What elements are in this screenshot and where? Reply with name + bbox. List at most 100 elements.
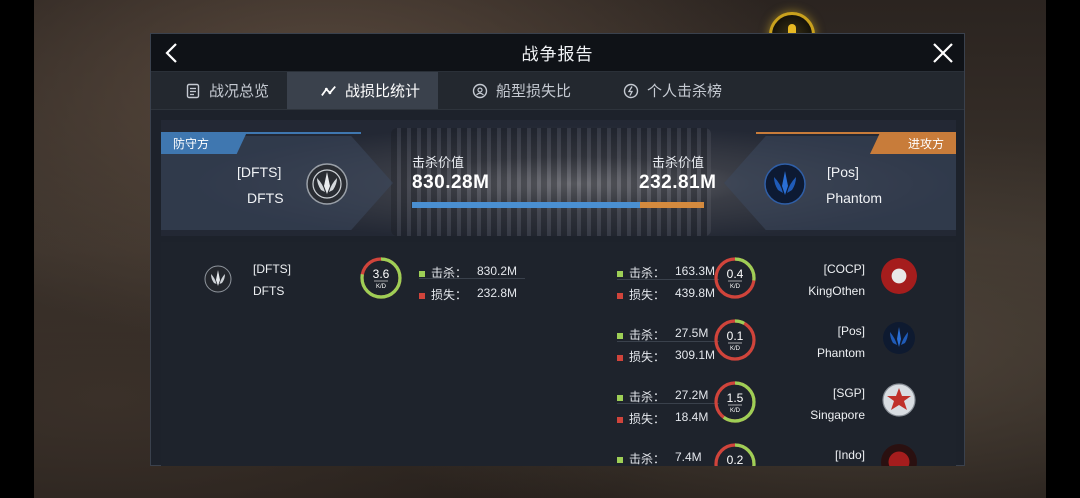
kills-label: 击杀： [629, 266, 666, 280]
kills-value: 7.4M [675, 450, 702, 464]
kd-value: 0.1 [727, 329, 744, 343]
divider [419, 278, 525, 279]
defender-kill-value-label: 击杀价值 [412, 155, 465, 170]
losses-value: 232.8M [477, 286, 518, 300]
tab-label: 个人击杀榜 [647, 83, 723, 100]
kills-label: 击杀： [629, 452, 666, 466]
attacker-corp-row[interactable]: 击杀： 27.2M 损失： 18.4M 1.5 K/D [SGP] Singapor… [581, 380, 956, 442]
kd-gauge: 3.6 K/D [360, 257, 402, 299]
screen-edge-right [1046, 0, 1080, 498]
defender-ratio-segment [412, 202, 641, 208]
kd-gauge: 0.4 K/D [714, 257, 756, 299]
corp-stats-list[interactable]: [DFTS] DFTS 3.6 K/D 击杀： 830.2M 损失： 232.8M … [161, 242, 956, 466]
kills-dot [617, 394, 623, 401]
defender-corp-tag: [DFTS] [237, 164, 282, 180]
battle-summary-banner: 防守方 进攻方 [DFTS] DFTS 击杀价值 830.28M 击杀价值 23… [161, 120, 956, 236]
ship-type-icon [472, 83, 488, 99]
attacker-corp-name: Phantom [826, 190, 883, 206]
defender-row-emblem-icon [204, 265, 232, 293]
phantom-emblem-icon [883, 322, 915, 354]
kill-value-ratio-bar [412, 202, 704, 208]
back-button[interactable] [159, 40, 185, 66]
losses-label: 损失： [629, 412, 666, 426]
kd-value: 0.2 [727, 453, 744, 466]
losses-dot [617, 292, 623, 299]
attacker-kill-value-label: 击杀价值 [652, 155, 705, 170]
attacker-corp-row[interactable]: 击杀： 7.4M 0.2 [Indo] [581, 442, 956, 466]
kills-dot [419, 270, 425, 277]
document-icon [185, 83, 201, 99]
kd-value: 1.5 [727, 391, 744, 405]
close-button[interactable] [930, 40, 956, 66]
kd-unit: K/D [730, 346, 741, 352]
attacker-corp-row[interactable]: 击杀： 163.3M 损失： 439.8M 0.4 K/D [COCP] KingO… [581, 256, 956, 318]
divider [617, 279, 719, 280]
kills-value: 163.3M [675, 264, 716, 278]
corp-name: DFTS [253, 284, 285, 298]
kills-label: 击杀： [629, 328, 666, 342]
losses-stat: 损失： 309.1M [617, 348, 715, 365]
corp-tag: [COCP] [823, 262, 865, 276]
page-title: 战争报告 [521, 45, 594, 64]
lightning-icon [623, 83, 639, 99]
kd-value: 0.4 [727, 267, 744, 281]
corp-tag: [SGP] [832, 386, 865, 400]
losses-label: 损失： [629, 350, 666, 364]
corp-name: Singapore [810, 408, 865, 422]
losses-value: 439.8M [675, 286, 716, 300]
kd-value: 3.6 [373, 267, 390, 281]
attacker-ratio-segment [640, 202, 704, 208]
losses-value: 309.1M [675, 348, 716, 362]
kills-dot [617, 456, 623, 463]
losses-dot [617, 416, 623, 423]
tab-personal-kill-ranking[interactable]: 个人击杀榜 [589, 72, 740, 109]
divider [617, 403, 719, 404]
kd-unit: K/D [730, 284, 741, 290]
kills-dot [617, 332, 623, 339]
tab-label: 战况总览 [209, 83, 270, 100]
kills-dot [617, 270, 623, 277]
chevron-left-icon [165, 43, 177, 63]
close-icon [933, 43, 953, 63]
attacker-label: 进攻方 [870, 132, 956, 154]
defender-emblem-icon [305, 162, 349, 206]
corp-name: KingOthen [808, 284, 865, 298]
kd-unit: K/D [376, 284, 387, 290]
kd-gauge: 0.1 K/D [714, 319, 756, 361]
tab-bar: 战况总览 战损比统计 船型损失比 个人击杀榜 [151, 72, 964, 110]
divider [617, 341, 719, 342]
losses-stat: 损失： 232.8M [419, 286, 517, 303]
tab-loss-ratio-stats[interactable]: 战损比统计 [287, 72, 439, 109]
title-bar: 战争报告 [151, 34, 964, 72]
war-report-panel: 战争报告 战况总览 战损比统计 船型损失比 个人击杀榜 防守方 进攻方 [DFT… [150, 33, 965, 466]
attacker-corp-row[interactable]: 击杀： 27.5M 损失： 309.1M 0.1 K/D [Pos] Phantom [581, 318, 956, 380]
star-emblem-icon [882, 383, 916, 417]
screen-edge-left [0, 0, 34, 498]
skull-emblem-icon [881, 258, 917, 294]
losses-value: 18.4M [675, 410, 709, 424]
losses-dot [419, 292, 425, 299]
kills-value: 27.2M [675, 388, 709, 402]
defender-corp-row[interactable]: [DFTS] DFTS 3.6 K/D 击杀： 830.2M 损失： 232.8M [161, 242, 551, 302]
kills-stat: 击杀： 7.4M [617, 450, 702, 466]
losses-stat: 损失： 18.4M [617, 410, 708, 427]
losses-label: 损失： [431, 288, 468, 302]
losses-label: 损失： [629, 288, 666, 302]
corp-tag: [Pos] [837, 324, 865, 338]
kills-value: 830.2M [477, 264, 518, 278]
corp-tag: [DFTS] [253, 262, 291, 276]
trend-icon [321, 83, 337, 99]
tab-overview[interactable]: 战况总览 [151, 72, 287, 109]
kills-label: 击杀： [629, 390, 666, 404]
defender-label: 防守方 [161, 132, 247, 154]
losses-dot [617, 354, 623, 361]
attacker-corp-tag: [Pos] [827, 164, 859, 180]
tab-label: 船型损失比 [496, 83, 572, 100]
indo-emblem-icon [881, 444, 917, 466]
defender-corp-name: DFTS [247, 190, 284, 206]
kd-gauge: 1.5 K/D [714, 381, 756, 423]
kd-unit: K/D [730, 408, 741, 414]
attacker-kill-value: 232.81M [639, 172, 717, 193]
tab-ship-type-loss[interactable]: 船型损失比 [438, 72, 589, 109]
tab-label: 战损比统计 [345, 83, 421, 100]
